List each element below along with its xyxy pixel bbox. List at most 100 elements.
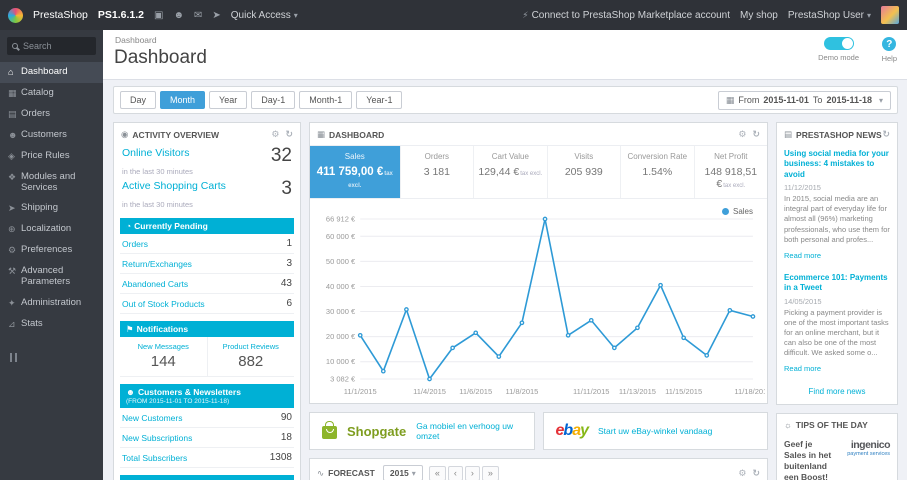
range-month-button[interactable]: Month xyxy=(160,91,206,109)
prestashop-logo-icon[interactable] xyxy=(8,7,23,23)
sidebar-item-label: Shipping xyxy=(21,202,58,214)
cart-notifications-icon[interactable]: ▣ xyxy=(154,10,163,21)
prestashop-logo-text[interactable]: PrestaShop xyxy=(33,9,88,21)
new-subscriptions-count: 18 xyxy=(280,432,292,444)
customers-row: New Customers 90 xyxy=(120,408,294,429)
gear-icon[interactable] xyxy=(738,468,746,479)
shop-name[interactable]: PS1.6.1.2 xyxy=(98,9,144,21)
kpi-label: Net Profit xyxy=(714,152,748,161)
sidebar-item-shipping[interactable]: ➤ Shipping xyxy=(0,198,103,219)
sidebar-item-catalog[interactable]: ▦ Catalog xyxy=(0,83,103,104)
sidebar-item-orders[interactable]: ▤ Orders xyxy=(0,104,103,125)
active-carts-link[interactable]: Active Shopping Carts xyxy=(122,180,226,192)
sidebar-item-administration[interactable]: ✦ Administration xyxy=(0,293,103,314)
returns-link[interactable]: Return/Exchanges xyxy=(122,259,192,269)
shopgate-link[interactable]: Ga mobiel en verhoog uw omzet xyxy=(416,421,521,441)
next-page-button[interactable] xyxy=(464,465,480,480)
sidebar-item-label: Administration xyxy=(21,297,82,309)
toggle-on-icon[interactable] xyxy=(823,37,854,50)
rocket-icon[interactable]: ➤ xyxy=(212,10,220,21)
first-page-button[interactable] xyxy=(428,465,446,480)
sales-series-dot xyxy=(721,208,729,215)
my-shop-link[interactable]: My shop xyxy=(740,10,778,21)
range-year-button[interactable]: Year xyxy=(209,91,248,109)
refresh-icon[interactable] xyxy=(752,129,760,140)
gear-icon[interactable] xyxy=(271,129,279,140)
user-avatar[interactable] xyxy=(881,6,899,24)
range-month-1-button[interactable]: Month-1 xyxy=(299,91,353,109)
new-subscriptions-link[interactable]: New Subscriptions xyxy=(122,433,192,443)
read-more-link[interactable]: Read more xyxy=(784,364,821,373)
marketplace-connect-link[interactable]: Connect to PrestaShop Marketplace accoun… xyxy=(522,10,730,21)
from-date: 2015-11-01 xyxy=(763,95,809,105)
refresh-icon[interactable] xyxy=(752,468,760,479)
news-article-title[interactable]: Using social media for your business: 4 … xyxy=(784,149,890,180)
svg-text:11/11/2015: 11/11/2015 xyxy=(573,387,610,396)
sales-line-chart: 3 082 € 10 000 € 20 000 € 30 000 € 40 000 € 5… xyxy=(326,215,765,396)
sidebar-item-dashboard[interactable]: ⌂ Dashboard xyxy=(0,62,103,83)
range-year-1-button[interactable]: Year-1 xyxy=(356,91,403,109)
last-page-button[interactable] xyxy=(481,465,499,480)
sidebar-item-label: Dashboard xyxy=(21,66,68,77)
date-range-toolbar: Day Month Year Day-1 Month-1 Year-1 From… xyxy=(113,86,898,114)
kpi-net-profit[interactable]: Net Profit 148 918,51 €tax excl. xyxy=(693,146,767,198)
sidebar-item-stats[interactable]: ⊿ Stats xyxy=(0,314,103,335)
tips-icon xyxy=(784,420,792,430)
help-label: Help xyxy=(881,54,897,63)
previous-page-button[interactable] xyxy=(447,465,463,480)
refresh-icon[interactable] xyxy=(882,129,890,140)
abandoned-carts-link[interactable]: Abandoned Carts xyxy=(122,279,188,289)
new-messages-cell[interactable]: New Messages 144 xyxy=(120,337,207,376)
dashboard-panel-icon xyxy=(317,129,325,140)
date-range-picker[interactable]: From 2015-11-01 To 2015-11-18 xyxy=(717,90,891,110)
sidebar-item-preferences[interactable]: ⚙ Preferences xyxy=(0,240,103,261)
read-more-link[interactable]: Read more xyxy=(784,251,821,260)
gear-icon[interactable] xyxy=(738,129,746,140)
user-menu[interactable]: PrestaShop User xyxy=(788,10,871,21)
tips-panel-title: TIPS OF THE DAY xyxy=(795,420,868,431)
sidebar-item-advanced-parameters[interactable]: ⚒ Advanced Parameters xyxy=(0,261,103,293)
ebay-promo[interactable]: ebay Start uw eBay-winkel vandaag xyxy=(542,412,768,450)
kpi-visits[interactable]: Visits 205 939 xyxy=(546,146,620,198)
find-more-news-link[interactable]: Find more news xyxy=(777,382,897,404)
range-day-1-button[interactable]: Day-1 xyxy=(251,91,296,109)
ebay-logo: ebay xyxy=(555,422,589,439)
product-reviews-cell[interactable]: Product Reviews 882 xyxy=(206,337,295,377)
orders-link[interactable]: Orders xyxy=(122,239,148,249)
sidebar-search[interactable] xyxy=(7,37,96,55)
sidebar-item-customers[interactable]: ☻ Customers xyxy=(0,125,103,146)
kpi-sales[interactable]: Sales 411 759,00 €tax excl. xyxy=(310,146,400,198)
sidebar-item-modules[interactable]: ❖ Modules and Services xyxy=(0,167,103,199)
online-visitors-link[interactable]: Online Visitors xyxy=(122,147,190,159)
help-button[interactable]: Help xyxy=(882,37,897,63)
kpi-cart-value[interactable]: Cart Value 129,44 €tax excl. xyxy=(473,146,546,198)
customers-notifications-icon[interactable]: ☻ xyxy=(173,10,184,21)
new-customers-link[interactable]: New Customers xyxy=(122,413,182,423)
svg-text:11/18/2015: 11/18/2015 xyxy=(734,387,765,396)
shopgate-promo[interactable]: Shopgate Ga mobiel en verhoog uw omzet xyxy=(309,412,535,450)
year-select[interactable]: 2015 xyxy=(382,465,423,480)
range-day-button[interactable]: Day xyxy=(120,91,157,109)
sidebar-item-price-rules[interactable]: ◈ Price Rules xyxy=(0,146,103,167)
sidebar-item-label: Advanced Parameters xyxy=(21,265,71,288)
kpi-label: Conversion Rate xyxy=(627,152,688,161)
kpi-label: Cart Value xyxy=(491,152,529,161)
sidebar-item-localization[interactable]: ⊕ Localization xyxy=(0,219,103,240)
module-promos: Shopgate Ga mobiel en verhoog uw omzet e… xyxy=(309,412,768,450)
quick-access-menu[interactable]: Quick Access xyxy=(231,10,298,21)
ebay-link[interactable]: Start uw eBay-winkel vandaag xyxy=(598,426,712,436)
out-of-stock-link[interactable]: Out of Stock Products xyxy=(122,299,205,309)
search-input[interactable] xyxy=(23,41,91,51)
news-article-title[interactable]: Ecommerce 101: Payments in a Tweet xyxy=(784,273,890,294)
news-article-excerpt: Picking a payment provider is one of the… xyxy=(784,307,889,358)
total-subscribers-link[interactable]: Total Subscribers xyxy=(122,453,187,463)
sidebar-collapse-button[interactable] xyxy=(10,349,103,367)
kpi-conversion-rate[interactable]: Conversion Rate 1.54% xyxy=(620,146,693,198)
demo-mode-toggle[interactable]: Demo mode xyxy=(818,37,859,62)
kpi-orders[interactable]: Orders 3 181 xyxy=(399,146,473,198)
messages-notifications-icon[interactable]: ✉ xyxy=(194,10,202,21)
sidebar-item-label: Orders xyxy=(21,107,51,119)
breadcrumb[interactable]: Dashboard xyxy=(115,35,157,45)
activity-overview-panel: ACTIVITY OVERVIEW Online Visitors 32 in … xyxy=(113,122,301,480)
refresh-icon[interactable] xyxy=(285,129,293,140)
